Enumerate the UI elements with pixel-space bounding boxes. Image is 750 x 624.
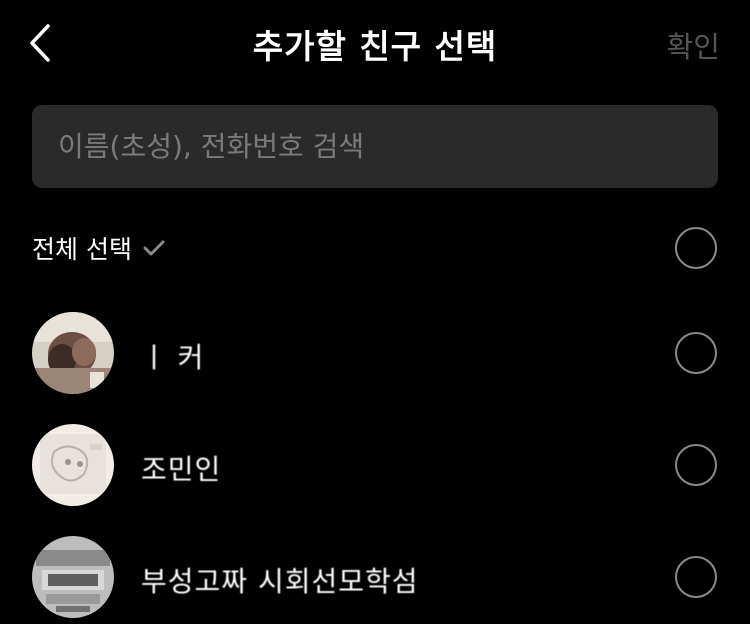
friend-row[interactable]: 부성고짜 시회선모학섬 — [0, 527, 750, 624]
search-bar[interactable] — [32, 105, 718, 188]
avatar — [32, 424, 114, 506]
select-all-radio[interactable] — [675, 227, 717, 269]
friend-select-radio[interactable] — [675, 332, 717, 374]
select-all-label: 전체 선택 — [32, 235, 132, 264]
friend-select-screen: 추가할 친구 선택 확인 전체 선택 ㅣ 커 — [0, 0, 750, 624]
friend-name: 부성고짜 시회선모학섬 — [141, 565, 419, 598]
header: 추가할 친구 선택 확인 — [0, 0, 750, 86]
friend-select-radio[interactable] — [675, 556, 717, 598]
check-icon — [143, 240, 165, 256]
friend-row[interactable]: ㅣ 커 — [0, 303, 750, 403]
avatar — [32, 536, 114, 618]
friend-name: ㅣ 커 — [141, 341, 205, 374]
search-input[interactable] — [58, 105, 688, 188]
friend-name: 조민인 — [141, 453, 222, 486]
page-title: 추가할 친구 선택 — [252, 27, 498, 66]
friend-select-radio[interactable] — [675, 444, 717, 486]
confirm-button[interactable]: 확인 — [667, 24, 720, 66]
friend-row[interactable]: 조민인 — [0, 415, 750, 515]
avatar — [32, 312, 114, 394]
select-all-toggle[interactable]: 전체 선택 — [32, 222, 166, 274]
